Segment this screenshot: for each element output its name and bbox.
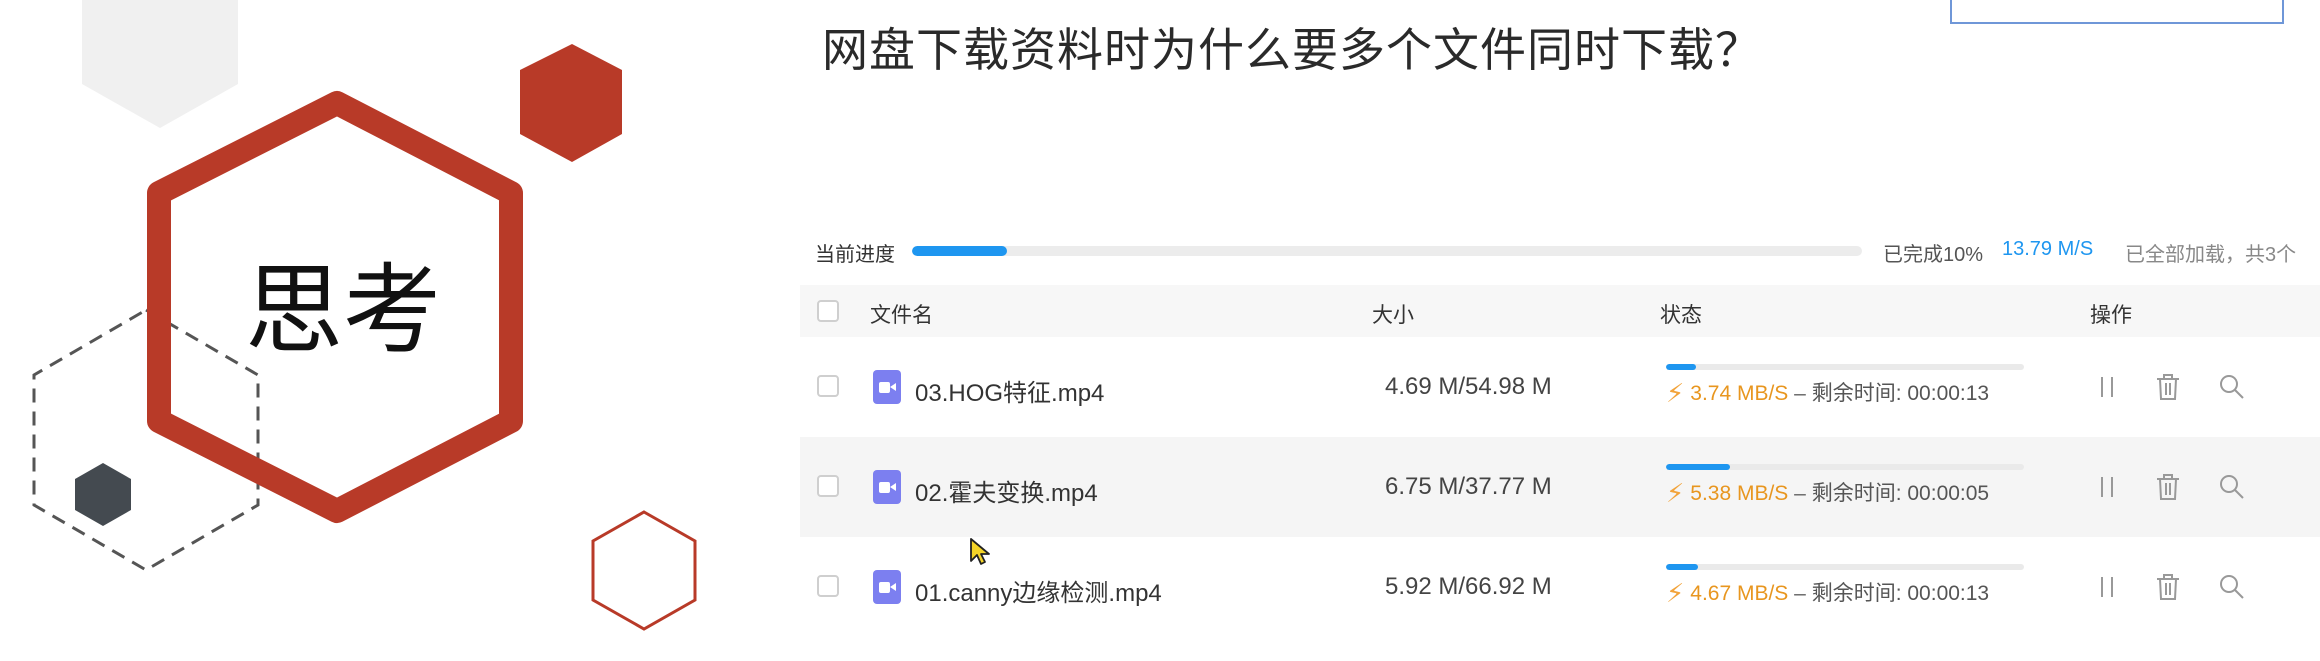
file-progress-fill	[1666, 564, 1698, 570]
trash-icon[interactable]	[2154, 372, 2182, 402]
trash-icon[interactable]	[2154, 572, 2182, 602]
row-checkbox[interactable]	[817, 475, 839, 497]
file-progress-fill	[1666, 464, 1731, 470]
lightning-icon: ⚡	[1666, 378, 1685, 408]
dashed-hexagon-outline	[32, 308, 260, 572]
file-status: ⚡ 4.67 MB/S – 剩余时间: 00:00:13	[1666, 577, 1989, 609]
separator-dash: –	[1794, 382, 1806, 405]
file-status: ⚡ 5.38 MB/S – 剩余时间: 00:00:05	[1666, 477, 1989, 509]
overall-progress-bar	[912, 246, 1862, 256]
row-checkbox[interactable]	[817, 575, 839, 597]
pause-icon[interactable]	[2095, 374, 2119, 400]
file-size: 5.92 M/66.92 M	[1385, 573, 1552, 600]
dark-hexagon-shape	[75, 463, 131, 526]
completed-percent: 已完成10%	[1883, 244, 1984, 266]
trash-icon[interactable]	[2154, 472, 2182, 502]
select-all-checkbox[interactable]	[817, 300, 839, 322]
file-size: 6.75 M/37.77 M	[1385, 473, 1552, 500]
think-title: 思考	[244, 254, 441, 368]
column-actions: 操作	[2090, 304, 2132, 327]
separator-dash: –	[1794, 582, 1806, 605]
file-status: ⚡ 3.74 MB/S – 剩余时间: 00:00:13	[1666, 377, 1989, 409]
file-progress-bar	[1666, 564, 2024, 570]
pause-icon[interactable]	[2095, 474, 2119, 500]
table-row[interactable]: 03.HOG特征.mp4 4.69 M/54.98 M ⚡ 3.74 MB/S –…	[800, 337, 2320, 437]
table-row[interactable]: 02.霍夫变换.mp4 6.75 M/37.77 M ⚡ 5.38 MB/S – …	[800, 437, 2320, 537]
red-hexagon-small	[520, 44, 622, 162]
gray-hexagon-shape	[82, 0, 238, 128]
separator-dash: –	[1794, 482, 1806, 505]
video-file-icon	[873, 570, 901, 604]
file-size: 4.69 M/54.98 M	[1385, 373, 1552, 400]
file-speed: 3.74 MB/S	[1690, 382, 1789, 405]
video-file-icon	[873, 370, 901, 404]
file-name[interactable]: 02.霍夫变换.mp4	[915, 473, 1098, 508]
mouse-cursor-icon	[970, 538, 990, 565]
pause-icon[interactable]	[2095, 574, 2119, 600]
column-size[interactable]: 大小	[1372, 299, 1414, 329]
loaded-count: 已全部加载，共3个	[2125, 244, 2297, 266]
search-icon[interactable]	[2218, 373, 2246, 401]
overall-progress-fill	[912, 246, 1007, 256]
progress-label: 当前进度	[815, 244, 895, 266]
search-icon[interactable]	[2218, 573, 2246, 601]
top-text-box	[1950, 0, 2284, 24]
search-icon[interactable]	[2218, 473, 2246, 501]
table-row[interactable]: 01.canny边缘检测.mp4 5.92 M/66.92 M ⚡ 4.67 MB…	[800, 537, 2320, 637]
total-speed: 13.79 M/S	[2002, 238, 2094, 260]
overall-progress: 当前进度 已完成10% 13.79 M/S 已全部加载，共3个	[815, 232, 2320, 268]
slide-question: 网盘下载资料时为什么要多个文件同时下载？	[822, 23, 1762, 77]
row-checkbox[interactable]	[817, 375, 839, 397]
file-progress-bar	[1666, 364, 2024, 370]
file-speed: 5.38 MB/S	[1690, 482, 1789, 505]
time-remaining: 剩余时间: 00:00:05	[1811, 482, 1990, 505]
file-progress-bar	[1666, 464, 2024, 470]
file-name[interactable]: 03.HOG特征.mp4	[915, 373, 1104, 408]
table-header: 文件名 大小 状态 操作	[800, 285, 2320, 337]
red-hexagon-outline	[591, 510, 697, 631]
time-remaining: 剩余时间: 00:00:13	[1811, 382, 1990, 405]
lightning-icon: ⚡	[1666, 478, 1685, 508]
file-progress-fill	[1666, 364, 1697, 370]
video-file-icon	[873, 470, 901, 504]
lightning-icon: ⚡	[1666, 578, 1685, 608]
column-name[interactable]: 文件名	[870, 299, 933, 329]
column-status: 状态	[1660, 304, 1702, 327]
file-speed: 4.67 MB/S	[1690, 582, 1789, 605]
file-name[interactable]: 01.canny边缘检测.mp4	[915, 573, 1162, 608]
time-remaining: 剩余时间: 00:00:13	[1811, 582, 1990, 605]
